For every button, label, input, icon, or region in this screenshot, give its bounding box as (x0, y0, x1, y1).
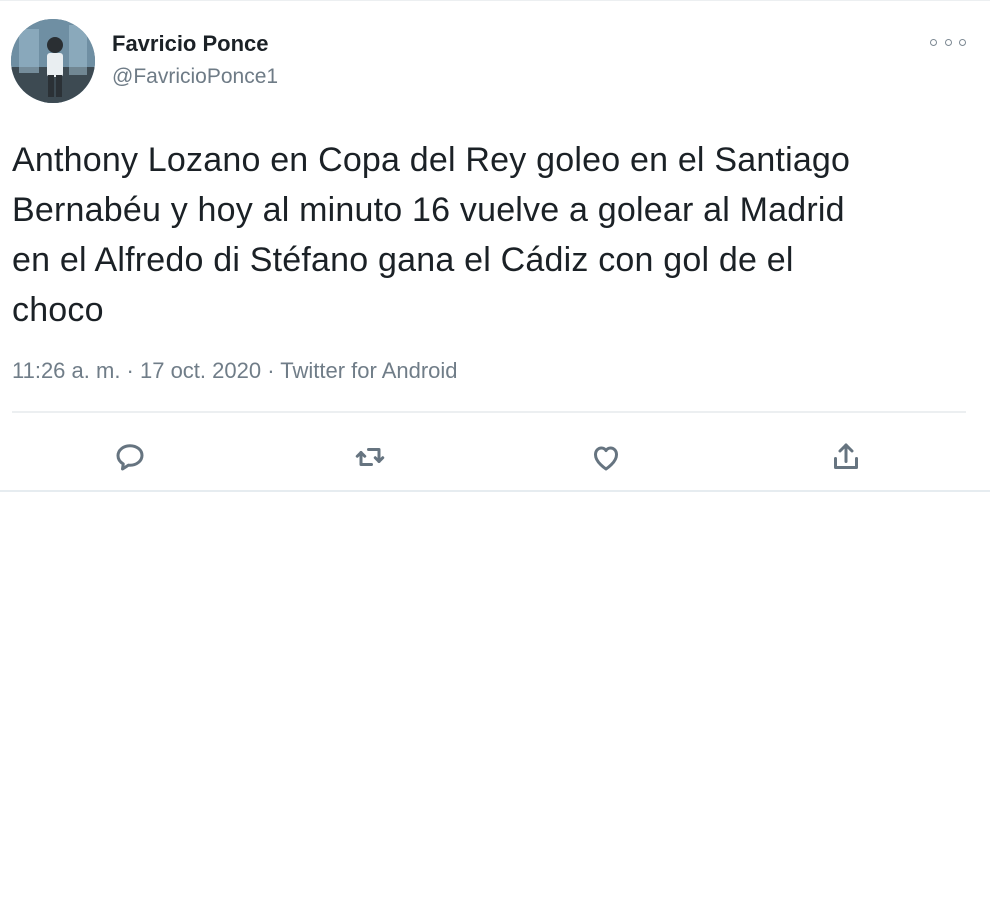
retweet-icon[interactable] (350, 437, 390, 477)
tweet-text-line: en el Alfredo di Stéfano gana el Cádiz c… (12, 241, 794, 279)
tweet-text-line: Anthony Lozano en Copa del Rey goleo en … (12, 141, 851, 179)
tweet-text-line: choco (12, 291, 104, 329)
more-dot (959, 38, 966, 46)
share-icon[interactable] (826, 437, 866, 477)
more-options-icon[interactable] (930, 31, 966, 53)
tweet-card: Favricio Ponce @FavricioPonce1 Anthony L… (0, 0, 990, 492)
avatar-photo-icon (11, 19, 95, 103)
tweet-timestamp[interactable]: 11:26 a. m. · 17 oct. 2020 · Twitter for… (12, 358, 458, 384)
more-dot (944, 38, 952, 46)
tweet-actions (0, 431, 990, 481)
more-dot (930, 38, 937, 46)
author-name[interactable]: Favricio Ponce (112, 31, 269, 57)
tweet-text-line: Bernabéu y hoy al minuto 16 vuelve a gol… (12, 191, 845, 229)
author-handle[interactable]: @FavricioPonce1 (112, 65, 278, 89)
like-icon[interactable] (586, 437, 626, 477)
tweet-text: Anthony Lozano en Copa del Rey goleo en … (12, 135, 942, 335)
reply-icon[interactable] (110, 437, 150, 477)
divider (12, 411, 966, 413)
author-avatar[interactable] (11, 19, 95, 103)
